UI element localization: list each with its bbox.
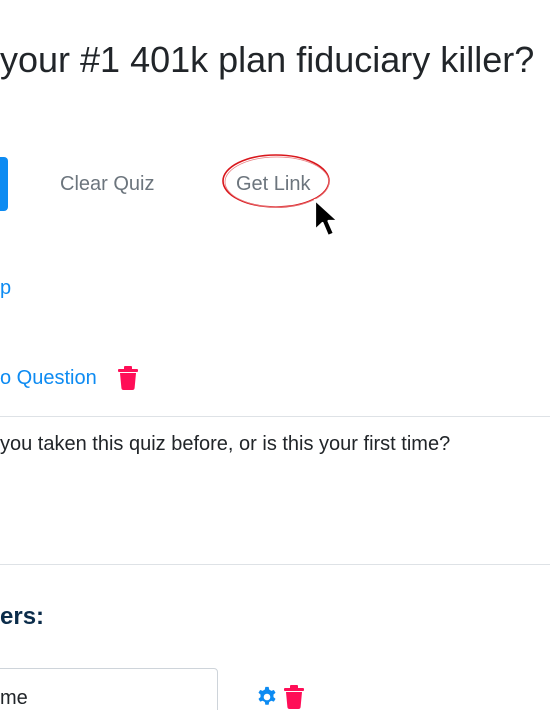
partial-link[interactable]: p (0, 274, 11, 302)
mouse-pointer-icon (313, 198, 340, 238)
quiz-title: your #1 401k plan fiduciary killer? (0, 39, 535, 80)
trash-icon[interactable] (283, 685, 305, 709)
clear-quiz-button[interactable]: Clear Quiz (60, 170, 154, 198)
answer-input-value[interactable]: me (0, 684, 28, 710)
divider (0, 564, 550, 565)
get-link-button[interactable]: Get Link (236, 170, 310, 198)
gear-icon[interactable] (256, 686, 278, 708)
question-text: you taken this quiz before, or is this y… (0, 433, 451, 455)
trash-icon[interactable] (117, 366, 139, 390)
quiz-editor-page: your #1 401k plan fiduciary killer? Clea… (0, 0, 550, 710)
answer-input[interactable] (0, 668, 218, 710)
primary-button-edge[interactable] (0, 157, 8, 211)
answers-heading: ers: (0, 603, 45, 630)
divider (0, 416, 550, 417)
question-link[interactable]: o Question (0, 364, 97, 392)
